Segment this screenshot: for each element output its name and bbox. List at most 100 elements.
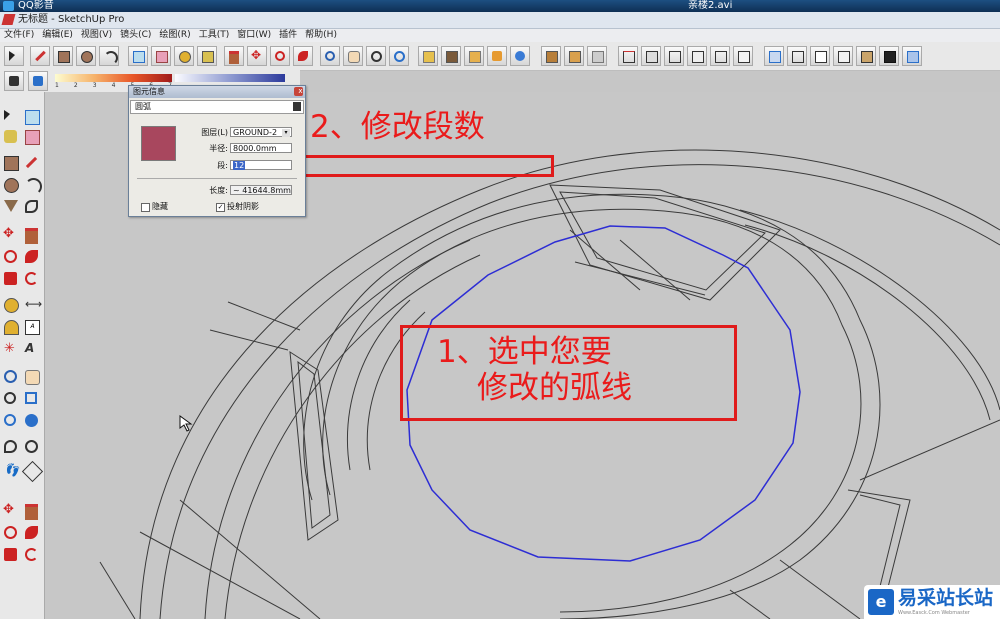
side-push-pull-button[interactable] <box>23 226 41 244</box>
side-push-pull-2-button[interactable] <box>23 502 41 520</box>
follow-me-button[interactable] <box>293 46 313 66</box>
dialog-close-button[interactable]: x <box>294 87 303 96</box>
menu-tools[interactable]: 工具(T) <box>195 29 234 42</box>
arc-icon <box>104 51 118 65</box>
side-polygon-button[interactable] <box>2 198 20 216</box>
side-move-button[interactable]: ✥ <box>2 226 20 244</box>
side-dimension-button[interactable]: ⟷ <box>23 296 42 314</box>
menu-camera[interactable]: 镜头(C) <box>116 29 155 42</box>
move-icon: ✥ <box>3 502 14 517</box>
side-offset-2-button[interactable] <box>23 546 41 564</box>
side-pencil-button[interactable] <box>23 154 41 172</box>
side-paint-button[interactable] <box>2 128 20 146</box>
hidden-line-style-button[interactable] <box>810 46 830 66</box>
side-axes-button[interactable]: ✳ <box>2 340 20 358</box>
camera-tool-button[interactable] <box>4 71 24 91</box>
side-move-2-button[interactable]: ✥ <box>2 502 20 520</box>
view-top-button[interactable] <box>641 46 661 66</box>
side-protractor-button[interactable] <box>2 318 20 336</box>
photo-texture-button[interactable] <box>464 46 484 66</box>
side-text-button[interactable]: A <box>23 318 41 336</box>
rotate-icon <box>4 526 17 539</box>
view-front-button[interactable] <box>664 46 684 66</box>
side-offset-button[interactable] <box>23 270 41 288</box>
add-location-button[interactable] <box>418 46 438 66</box>
side-look-around-button[interactable] <box>23 438 41 456</box>
zoom-extents-button[interactable] <box>389 46 409 66</box>
side-rotate-2-button[interactable] <box>2 524 20 542</box>
side-freehand-button[interactable] <box>23 198 41 216</box>
hidden-checkbox[interactable] <box>141 203 150 212</box>
side-circle-button[interactable] <box>2 176 20 194</box>
side-rotate-button[interactable] <box>2 248 20 266</box>
menu-draw[interactable]: 绘图(R) <box>155 29 194 42</box>
move-tool-button[interactable]: ✥ <box>247 46 267 66</box>
side-rectangle-button[interactable] <box>2 154 20 172</box>
side-section-plane-button[interactable] <box>21 460 44 483</box>
globe-icon <box>515 51 525 61</box>
eraser-tool-button[interactable] <box>151 46 171 66</box>
side-previous-view-button[interactable] <box>2 412 20 430</box>
wireframe-style-button[interactable] <box>787 46 807 66</box>
side-position-camera-button[interactable] <box>2 438 20 456</box>
side-3d-text-button[interactable]: A <box>23 340 41 358</box>
select-tool-button[interactable] <box>4 46 24 66</box>
side-scale-button[interactable] <box>2 270 20 288</box>
view-back-button[interactable] <box>710 46 730 66</box>
paint-tool-button[interactable] <box>197 46 217 66</box>
share-model-button[interactable] <box>510 46 530 66</box>
rotate-tool-button[interactable] <box>270 46 290 66</box>
rectangle-tool-button[interactable] <box>53 46 73 66</box>
shaded-style-button[interactable] <box>833 46 853 66</box>
shaded-textures-button[interactable] <box>856 46 876 66</box>
side-zoom-extents-button[interactable] <box>23 412 41 430</box>
material-swatch[interactable] <box>141 126 176 161</box>
side-pan-button[interactable] <box>23 368 41 386</box>
zoom-tool-button[interactable] <box>366 46 386 66</box>
menu-plugins[interactable]: 插件 <box>275 29 301 42</box>
push-pull-button[interactable] <box>224 46 244 66</box>
arc-tool-button[interactable] <box>99 46 119 66</box>
monochrome-style-button[interactable] <box>879 46 899 66</box>
side-scale-2-button[interactable] <box>2 546 20 564</box>
side-component-button[interactable] <box>23 108 41 126</box>
side-zoom-window-button[interactable] <box>23 390 41 408</box>
pan-tool-button[interactable] <box>343 46 363 66</box>
side-zoom-button[interactable] <box>2 390 20 408</box>
menu-view[interactable]: 视图(V) <box>77 29 116 42</box>
side-follow-me-2-button[interactable] <box>23 524 41 542</box>
xray-toggle-button[interactable] <box>902 46 922 66</box>
segments-field[interactable]: 12 <box>230 160 292 170</box>
menu-window[interactable]: 窗口(W) <box>233 29 275 42</box>
view-right-button[interactable] <box>687 46 707 66</box>
radius-field[interactable]: 8000.0mm <box>230 143 292 153</box>
pencil-tool-button[interactable] <box>30 46 50 66</box>
view-left-button[interactable] <box>733 46 753 66</box>
side-follow-me-button[interactable] <box>23 248 41 266</box>
walk-tool-button[interactable] <box>28 71 48 91</box>
side-eraser-button[interactable] <box>23 128 41 146</box>
share-component-button[interactable] <box>564 46 584 66</box>
circle-tool-button[interactable] <box>76 46 96 66</box>
menu-edit[interactable]: 编辑(E) <box>38 29 77 42</box>
tape-tool-button[interactable] <box>174 46 194 66</box>
dialog-titlebar[interactable]: 图元信息 x <box>129 86 305 98</box>
side-select-button[interactable] <box>2 108 20 126</box>
xray-style-button[interactable] <box>764 46 784 66</box>
details-toggle-icon[interactable] <box>293 102 301 111</box>
side-arc-button[interactable] <box>23 176 42 195</box>
view-iso-button[interactable] <box>618 46 638 66</box>
side-tape-button[interactable] <box>2 296 20 314</box>
side-walk-button[interactable]: 👣 <box>2 462 20 480</box>
get-models-button[interactable] <box>487 46 507 66</box>
make-component-button[interactable] <box>128 46 148 66</box>
menu-file[interactable]: 文件(F) <box>0 29 38 42</box>
cast-shadow-checkbox[interactable]: ✓ <box>216 203 225 212</box>
components-button[interactable] <box>541 46 561 66</box>
orbit-tool-button[interactable] <box>320 46 340 66</box>
toggle-terrain-button[interactable] <box>441 46 461 66</box>
extension-button[interactable] <box>587 46 607 66</box>
menu-help[interactable]: 帮助(H) <box>301 29 341 42</box>
side-orbit-button[interactable] <box>2 368 20 386</box>
layer-select[interactable]: GROUND-2 ▾ <box>230 127 292 137</box>
